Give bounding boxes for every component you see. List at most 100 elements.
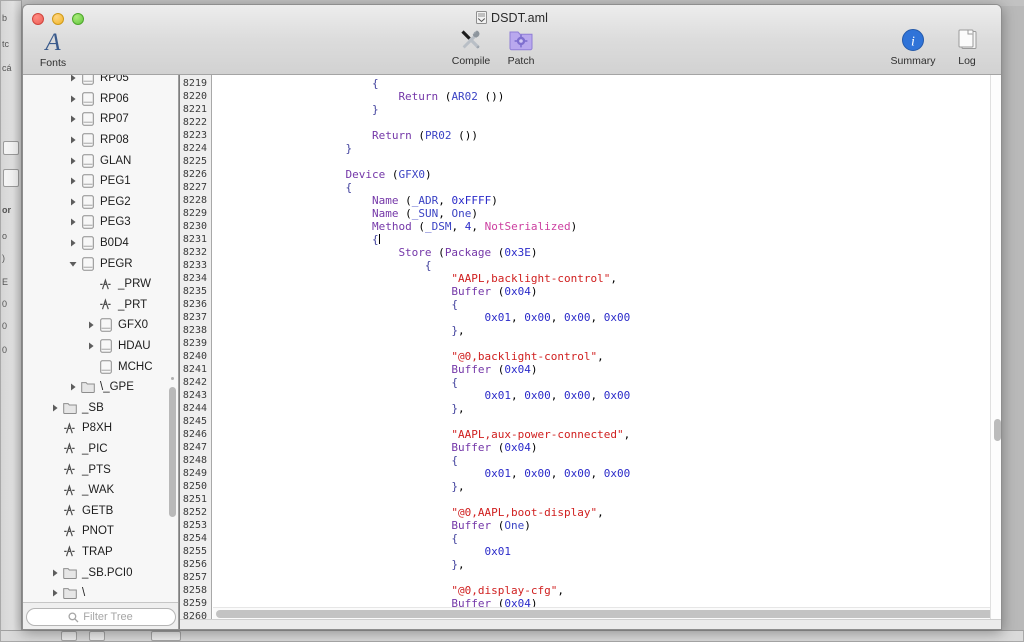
tree-vertical-scrollbar[interactable] <box>168 75 177 602</box>
line-number: 8259 <box>182 598 207 609</box>
device-icon <box>97 359 114 374</box>
chevron-right-icon[interactable] <box>67 177 79 185</box>
filter-tree-input[interactable]: Filter Tree <box>25 608 176 626</box>
tree-item-mchc[interactable]: MCHC <box>23 356 178 377</box>
summary-button[interactable]: i Summary <box>885 27 941 67</box>
chevron-right-icon[interactable] <box>67 75 79 82</box>
editor-vertical-scrollbar[interactable] <box>990 75 1001 619</box>
tree-item-_pts[interactable]: _PTS <box>23 459 178 480</box>
line-number: 8228 <box>182 195 207 206</box>
editor-hscroll-thumb[interactable] <box>216 610 1001 618</box>
method-icon <box>61 483 78 497</box>
line-number: 8239 <box>182 338 207 349</box>
compile-button[interactable]: Compile <box>443 27 499 67</box>
tree-item-label: _PRW <box>118 278 152 291</box>
editor-vscroll-thumb[interactable] <box>994 419 1001 441</box>
code-text-area[interactable]: { Return (AR02 ()) } Return (PR02 ()) } … <box>213 75 1001 629</box>
chevron-right-icon[interactable] <box>67 239 79 247</box>
log-button-label: Log <box>958 55 976 67</box>
code-line: Method (_DSM, 4, NotSerialized) <box>371 220 578 233</box>
code-line: Return (PR02 ()) <box>371 129 478 142</box>
tree-item-glan[interactable]: GLAN <box>23 150 178 171</box>
chevron-right-icon[interactable] <box>85 321 97 329</box>
code-line: { <box>371 77 379 90</box>
device-icon <box>79 153 96 168</box>
tree-item-_prt[interactable]: _PRT <box>23 295 178 316</box>
tree-item-rp05[interactable]: RP05 <box>23 75 178 89</box>
tree-item-_sbpci0[interactable]: _SB.PCI0 <box>23 562 178 583</box>
tree-item-pnot[interactable]: PNOT <box>23 521 178 542</box>
tree-item-hdau[interactable]: HDAU <box>23 336 178 357</box>
chevron-right-icon[interactable] <box>49 569 61 577</box>
line-number: 8238 <box>182 325 207 336</box>
tree-item-rp06[interactable]: RP06 <box>23 89 178 110</box>
tree-scroll-area[interactable]: RP05 RP06 RP07 RP08 GLAN PEG1 PEG2 PEG3 B0D4 PEGR… <box>23 75 178 603</box>
tree-item-[interactable]: \ <box>23 583 178 602</box>
code-line: Device (GFX0) <box>345 168 432 181</box>
tree-item-_gpe[interactable]: \_GPE <box>23 377 178 398</box>
fonts-button[interactable]: A Fonts <box>29 29 77 70</box>
tree-item-label: MCHC <box>118 360 153 373</box>
device-icon <box>79 236 96 250</box>
tree-item-_sb[interactable]: _SB <box>23 398 178 419</box>
code-line: } <box>371 103 379 116</box>
tree-item-label: \ <box>82 587 86 600</box>
tree-item-label: _PRT <box>118 298 148 311</box>
patch-button[interactable]: Patch <box>493 27 549 67</box>
line-number: 8226 <box>182 169 207 180</box>
print-button[interactable]: Print <box>985 27 1001 67</box>
code-line: }, <box>451 558 465 571</box>
code-line: Name (_ADR, 0xFFFF) <box>371 194 498 207</box>
tree-item-peg3[interactable]: PEG3 <box>23 212 178 233</box>
window-toolbar: DSDT.aml A Fonts Compile Patch i Summary… <box>23 5 1001 75</box>
tree-item-label: HDAU <box>118 340 151 353</box>
svg-text:i: i <box>911 34 915 49</box>
editor-horizontal-scrollbar[interactable] <box>213 607 1001 619</box>
chevron-right-icon[interactable] <box>67 115 79 123</box>
line-number: 8251 <box>182 494 207 505</box>
tree-item-peg1[interactable]: PEG1 <box>23 171 178 192</box>
tree-scrollbar-thumb[interactable] <box>169 387 176 517</box>
tree-item-label: RP05 <box>100 75 129 85</box>
background-window-bottom-strip <box>0 630 1024 642</box>
tree-item-label: PEGR <box>100 257 133 270</box>
line-number: 8233 <box>182 260 207 271</box>
chevron-right-icon[interactable] <box>49 404 61 412</box>
code-editor[interactable]: 8219 8220 8221 8222 8223 8224 8225 8226 8227 8228… <box>179 75 1001 629</box>
printer-icon <box>1000 27 1001 53</box>
tree-item-label: PNOT <box>82 525 114 538</box>
summary-button-label: Summary <box>890 55 936 67</box>
line-number: 8224 <box>182 143 207 154</box>
chevron-right-icon[interactable] <box>85 342 97 350</box>
tree-item-b0d4[interactable]: B0D4 <box>23 233 178 254</box>
tree-item-getb[interactable]: GETB <box>23 500 178 521</box>
method-icon <box>61 463 78 476</box>
tree-item-_pic[interactable]: _PIC <box>23 439 178 460</box>
tree-item-rp08[interactable]: RP08 <box>23 130 178 151</box>
tree-item-pegr[interactable]: PEGR <box>23 253 178 274</box>
chevron-right-icon[interactable] <box>67 383 79 391</box>
chevron-right-icon[interactable] <box>67 136 79 144</box>
tree-item-trap[interactable]: TRAP <box>23 542 178 563</box>
code-line: { <box>345 181 353 194</box>
method-icon <box>97 277 114 291</box>
line-number: 8236 <box>182 299 207 310</box>
line-number: 8252 <box>182 507 207 518</box>
method-icon <box>61 442 78 455</box>
tree-item-_wak[interactable]: _WAK <box>23 480 178 501</box>
tree-item-gfx0[interactable]: GFX0 <box>23 315 178 336</box>
chevron-right-icon[interactable] <box>49 589 61 597</box>
tree-item-_prw[interactable]: _PRW <box>23 274 178 295</box>
tree-item-p8xh[interactable]: P8XH <box>23 418 178 439</box>
device-icon <box>79 174 96 189</box>
chevron-right-icon[interactable] <box>67 218 79 226</box>
chevron-right-icon[interactable] <box>67 95 79 103</box>
dsdt-editor-window: DSDT.aml A Fonts Compile Patch i Summary… <box>22 4 1002 630</box>
tree-item-peg2[interactable]: PEG2 <box>23 192 178 213</box>
chevron-down-icon[interactable] <box>67 260 79 268</box>
chevron-right-icon[interactable] <box>67 157 79 165</box>
chevron-right-icon[interactable] <box>67 198 79 206</box>
tree-item-rp07[interactable]: RP07 <box>23 109 178 130</box>
tree-item-label: PEG1 <box>100 175 131 188</box>
